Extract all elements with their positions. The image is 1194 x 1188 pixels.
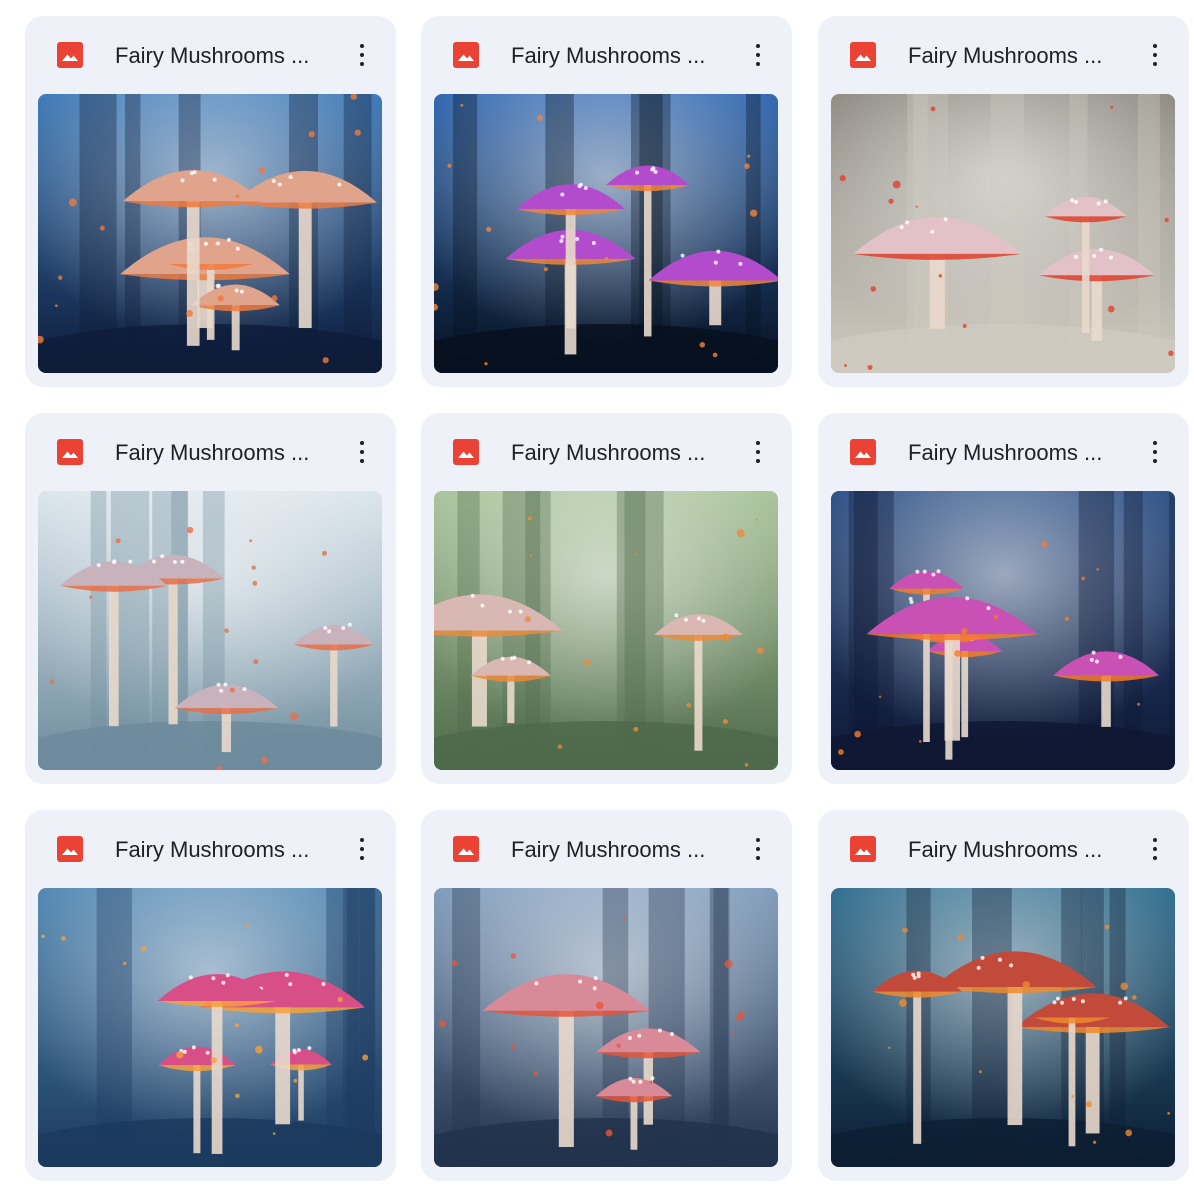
file-card-header: Fairy Mushrooms ...	[25, 16, 396, 94]
more-vert-icon[interactable]	[746, 832, 770, 866]
file-name[interactable]: Fairy Mushrooms ...	[511, 439, 731, 467]
file-name[interactable]: Fairy Mushrooms ...	[115, 439, 335, 467]
image-file-icon	[850, 836, 876, 862]
image-file-icon	[57, 439, 83, 465]
file-card[interactable]: Fairy Mushrooms ...	[25, 413, 396, 784]
file-card-header: Fairy Mushrooms ...	[421, 810, 792, 888]
file-card[interactable]: Fairy Mushrooms ...	[818, 810, 1189, 1181]
more-vert-icon[interactable]	[350, 435, 374, 469]
image-file-icon	[850, 42, 876, 68]
image-file-icon	[453, 42, 479, 68]
file-card-header: Fairy Mushrooms ...	[25, 810, 396, 888]
image-thumbnail[interactable]	[38, 888, 382, 1167]
file-card[interactable]: Fairy Mushrooms ...	[818, 413, 1189, 784]
image-thumbnail[interactable]	[434, 94, 778, 373]
more-vert-icon[interactable]	[1143, 832, 1167, 866]
file-card-header: Fairy Mushrooms ...	[421, 16, 792, 94]
file-card[interactable]: Fairy Mushrooms ...	[421, 810, 792, 1181]
file-name[interactable]: Fairy Mushrooms ...	[908, 439, 1128, 467]
file-card-header: Fairy Mushrooms ...	[421, 413, 792, 491]
file-card[interactable]: Fairy Mushrooms ...	[818, 16, 1189, 387]
file-card-header: Fairy Mushrooms ...	[818, 810, 1189, 888]
image-thumbnail[interactable]	[434, 491, 778, 770]
image-thumbnail[interactable]	[38, 94, 382, 373]
more-vert-icon[interactable]	[1143, 38, 1167, 72]
image-thumbnail[interactable]	[831, 94, 1175, 373]
image-thumbnail[interactable]	[434, 888, 778, 1167]
more-vert-icon[interactable]	[350, 38, 374, 72]
image-thumbnail[interactable]	[38, 491, 382, 770]
file-card-header: Fairy Mushrooms ...	[25, 413, 396, 491]
file-card[interactable]: Fairy Mushrooms ...	[421, 413, 792, 784]
file-name[interactable]: Fairy Mushrooms ...	[908, 836, 1128, 864]
image-file-icon	[453, 836, 479, 862]
file-card-header: Fairy Mushrooms ...	[818, 16, 1189, 94]
file-card[interactable]: Fairy Mushrooms ...	[25, 810, 396, 1181]
image-file-icon	[453, 439, 479, 465]
more-vert-icon[interactable]	[350, 832, 374, 866]
image-file-icon	[57, 42, 83, 68]
file-name[interactable]: Fairy Mushrooms ...	[908, 42, 1128, 70]
more-vert-icon[interactable]	[746, 38, 770, 72]
image-file-icon	[57, 836, 83, 862]
file-name[interactable]: Fairy Mushrooms ...	[511, 42, 731, 70]
image-thumbnail[interactable]	[831, 888, 1175, 1167]
image-thumbnail[interactable]	[831, 491, 1175, 770]
file-card-header: Fairy Mushrooms ...	[818, 413, 1189, 491]
file-name[interactable]: Fairy Mushrooms ...	[115, 836, 335, 864]
more-vert-icon[interactable]	[746, 435, 770, 469]
file-name[interactable]: Fairy Mushrooms ...	[115, 42, 335, 70]
image-file-icon	[850, 439, 876, 465]
file-card[interactable]: Fairy Mushrooms ...	[25, 16, 396, 387]
file-card[interactable]: Fairy Mushrooms ...	[421, 16, 792, 387]
more-vert-icon[interactable]	[1143, 435, 1167, 469]
file-name[interactable]: Fairy Mushrooms ...	[511, 836, 731, 864]
